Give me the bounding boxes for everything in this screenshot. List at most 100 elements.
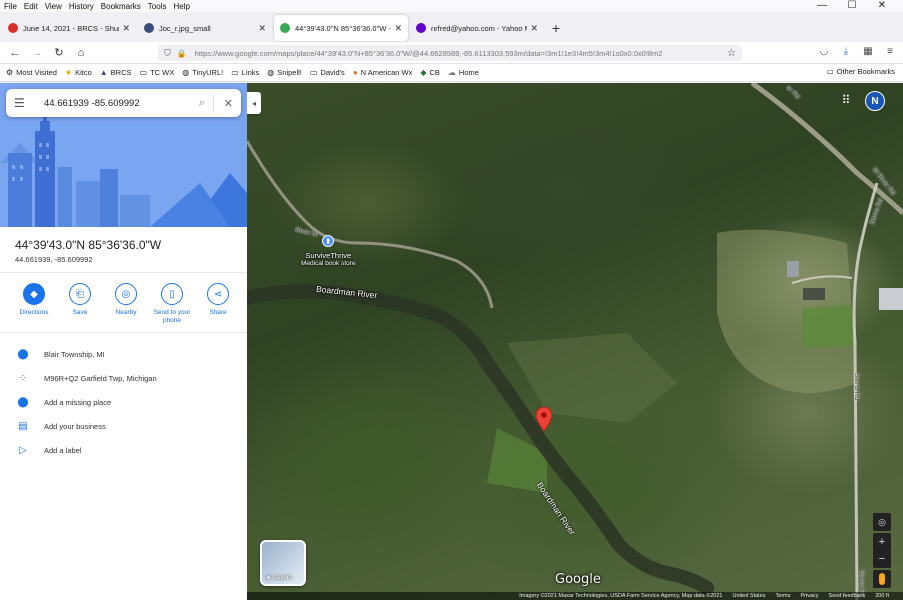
road-label-sarns-rd: Sarns Rd <box>853 372 861 401</box>
poi-name: SurviveThrive <box>305 251 352 260</box>
bookmark-brcs[interactable]: ▲ BRCS <box>100 68 132 77</box>
tab-google-maps[interactable]: 44°39'43.0"N 85°36'36.0"W - Go ✕ <box>274 15 408 41</box>
bookmark-tinyurl[interactable]: ◍ TinyURL! <box>182 68 223 77</box>
my-location-icon[interactable]: ◎ <box>873 513 891 531</box>
bookmark-links[interactable]: ▭ Links <box>231 68 259 77</box>
info-row-address[interactable]: ⬤ Blair Township, MI <box>0 344 247 364</box>
account-avatar[interactable]: N <box>865 91 885 111</box>
info-text: M96R+Q2 Garfield Twp, Michigan <box>44 373 157 383</box>
info-row-plus-code[interactable]: ⁘ M96R+Q2 Garfield Twp, Michigan <box>0 368 247 388</box>
action-label: Nearby <box>115 309 137 316</box>
tab-close-icon[interactable]: ✕ <box>394 23 402 34</box>
reload-icon[interactable]: ↻ <box>48 46 70 59</box>
menu-edit[interactable]: Edit <box>24 2 38 11</box>
menu-history[interactable]: History <box>69 2 94 11</box>
tab-bar: June 14, 2021 - BRCS - Shumsky ✕ Joc_r.j… <box>0 14 903 42</box>
share-button[interactable]: ⋖ Share <box>196 283 240 325</box>
terms-link[interactable]: Terms <box>776 593 791 599</box>
scale-bar[interactable]: 200 ft <box>875 593 889 599</box>
url-bar[interactable]: ⛉ 🔒 https://www.google.com/maps/place/44… <box>158 45 742 61</box>
bookmark-n-american-wx[interactable]: ● N American Wx <box>353 68 413 77</box>
info-row-add-business[interactable]: ▤ Add your business <box>0 416 247 436</box>
cloud-icon: ☁ <box>447 68 456 77</box>
directions-button[interactable]: ◆ Directions <box>12 283 56 325</box>
tab-brcs[interactable]: June 14, 2021 - BRCS - Shumsky ✕ <box>2 15 136 41</box>
close-window-button[interactable]: ✕ <box>867 0 897 12</box>
send-to-phone-button[interactable]: ▯ Send to your phone <box>150 283 194 325</box>
tab-label: nrfred@yahoo.com - Yahoo Ma <box>431 23 528 33</box>
save-button[interactable]: ⎗ Save <box>58 283 102 325</box>
search-input[interactable] <box>44 97 191 109</box>
extensions-icon[interactable]: ▦ <box>861 46 875 57</box>
map-attribution: Imagery ©2021 Maxar Technologies, USDA F… <box>247 592 903 600</box>
tab-image[interactable]: Joc_r.jpg_small ✕ <box>138 15 272 41</box>
tab-yahoo-mail[interactable]: nrfred@yahoo.com - Yahoo Ma ✕ <box>410 15 544 41</box>
menu-bookmarks[interactable]: Bookmarks <box>101 2 141 11</box>
google-apps-icon[interactable]: ⠿ <box>839 93 853 107</box>
bookmark-most-visited[interactable]: ⚙ Most Visited <box>6 68 57 77</box>
minimize-button[interactable]: — <box>807 0 837 12</box>
pocket-icon[interactable]: ◡ <box>817 46 831 57</box>
bookmark-star-icon[interactable]: ☆ <box>727 48 736 59</box>
bookmark-home[interactable]: ☁ Home <box>448 68 479 77</box>
layers-button[interactable]: ◈ Layers <box>260 540 306 586</box>
imagery-credit: Imagery ©2021 Maxar Technologies, USDA F… <box>519 593 723 599</box>
privacy-link[interactable]: Privacy <box>801 593 819 599</box>
app-menu-icon[interactable]: ≡ <box>883 46 897 57</box>
menu-view[interactable]: View <box>45 2 62 11</box>
info-row-add-place[interactable]: ⬤ Add a missing place <box>0 392 247 412</box>
menu-tools[interactable]: Tools <box>148 2 167 11</box>
other-bookmarks[interactable]: ▭ Other Bookmarks <box>827 67 895 76</box>
lock-icon[interactable]: 🔒 <box>177 49 187 58</box>
maximize-button[interactable]: ☐ <box>837 0 867 12</box>
bookmarks-bar: ⚙ Most Visited ★ Kitco ▲ BRCS ▭ TC WX ◍ TinyU… <box>0 64 903 82</box>
search-icon[interactable]: ⌕ <box>199 97 205 110</box>
directions-icon: ◆ <box>23 283 45 305</box>
tab-close-icon[interactable]: ✕ <box>258 23 266 34</box>
action-label: Directions <box>19 309 49 316</box>
satellite-map[interactable]: ◂ ⠿ N River Dr W River Rd Sarns Rd Sarns… <box>247 83 903 600</box>
zoom-out-button[interactable]: − <box>873 550 891 568</box>
back-icon[interactable]: ← <box>4 47 26 59</box>
download-icon[interactable]: ⤓ <box>839 46 853 57</box>
tab-label: 44°39'43.0"N 85°36'36.0"W - Go <box>295 23 391 33</box>
place-title: 44°39'43.0"N 85°36'36.0"W <box>15 238 162 252</box>
forward-icon[interactable]: → <box>26 47 48 59</box>
new-tab-button[interactable]: + <box>546 20 566 36</box>
bookmark-kitco[interactable]: ★ Kitco <box>65 68 92 77</box>
add-place-icon: ⬤ <box>17 396 29 408</box>
close-icon[interactable]: ✕ <box>224 97 233 110</box>
tab-close-icon[interactable]: ✕ <box>530 23 538 34</box>
nearby-button[interactable]: ◎ Nearby <box>104 283 148 325</box>
menu-file[interactable]: File <box>4 2 17 11</box>
tab-favicon-icon <box>416 23 426 33</box>
tab-close-icon[interactable]: ✕ <box>122 23 130 34</box>
info-text: Add a missing place <box>44 397 112 407</box>
window-controls: — ☐ ✕ <box>807 0 897 12</box>
shield-icon[interactable]: ⛉ <box>164 48 171 59</box>
menu-icon[interactable]: ☰ <box>14 96 32 110</box>
location-pin-icon: ⬤ <box>17 348 29 360</box>
bookmark-davids[interactable]: ▭ David's <box>310 68 345 77</box>
pegman-street-view-icon[interactable] <box>873 570 891 588</box>
location-pin-icon[interactable] <box>535 406 553 433</box>
place-coordinates: 44.661939, -85.609992 <box>15 255 93 264</box>
info-text: Add your business <box>44 421 106 431</box>
info-row-add-label[interactable]: ▷ Add a label <box>0 440 247 460</box>
menu-bar: File Edit View History Bookmarks Tools H… <box>0 0 903 12</box>
bookmark-tc-wx[interactable]: ▭ TC WX <box>140 68 175 77</box>
send-feedback-link[interactable]: Send feedback <box>829 593 866 599</box>
collapse-panel-button[interactable]: ◂ <box>247 92 261 114</box>
globe-icon: ◍ <box>267 68 275 77</box>
bookmark-snipell[interactable]: ◍ Snipell! <box>267 68 302 77</box>
tab-favicon-icon <box>144 23 154 33</box>
globe-icon: ◍ <box>182 68 190 77</box>
region-link[interactable]: United States <box>732 593 765 599</box>
poi-survivethrive[interactable]: ▮ SurviveThrive Medical book store <box>301 235 356 267</box>
home-icon[interactable]: ⌂ <box>70 47 92 59</box>
zoom-in-button[interactable]: + <box>873 533 891 551</box>
url-text[interactable]: https://www.google.com/maps/place/44°39'… <box>195 49 723 58</box>
menu-help[interactable]: Help <box>173 2 189 11</box>
bookmark-cb[interactable]: ◆ CB <box>420 68 440 77</box>
field-area <box>507 333 677 423</box>
